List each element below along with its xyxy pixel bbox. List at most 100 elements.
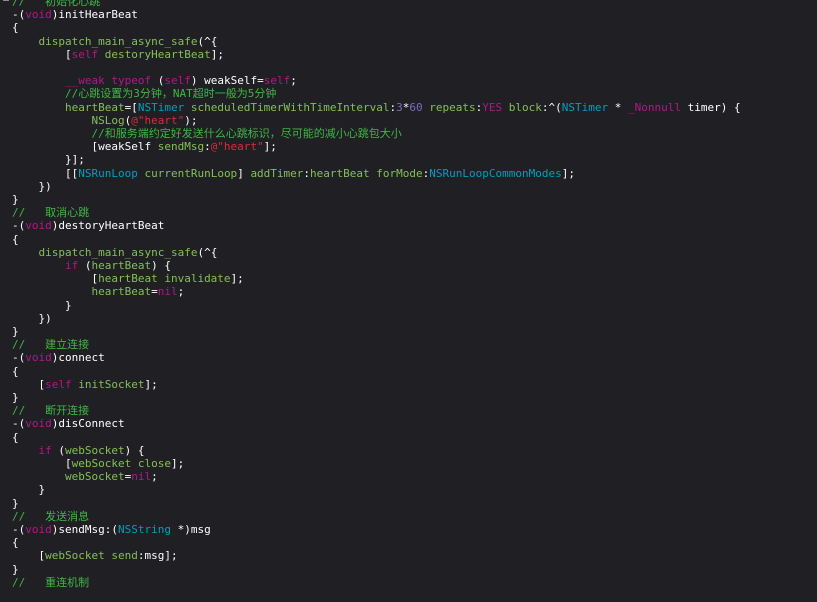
code-token-comment: //心跳设置为3分钟，NAT超时一般为5分钟 [64, 87, 277, 101]
code-line[interactable]: webSocket=nil; [12, 470, 158, 483]
code-line[interactable]: // 初始化心跳 [12, 0, 100, 8]
code-line[interactable]: heartBeat=[NSTimer scheduledTimerWithTim… [12, 101, 741, 114]
code-line[interactable]: }) [12, 311, 52, 325]
code-line[interactable]: { [12, 431, 19, 444]
code-line[interactable]: //心跳设置为3分钟，NAT超时一般为5分钟 [12, 87, 276, 100]
code-line[interactable]: // 重连机制 [12, 576, 89, 589]
code-token-method: dispatch_main_async_safe [38, 34, 198, 48]
code-line[interactable]: if (heartBeat) { [12, 259, 171, 272]
code-line[interactable]: // 取消心跳 [12, 206, 89, 219]
code-token-plain: ) { [151, 259, 171, 272]
code-token-plain: (^{ [197, 34, 218, 48]
code-line[interactable]: [self initSocket]; [12, 377, 158, 391]
code-line[interactable]: } [12, 325, 19, 338]
code-token-plain: } [12, 562, 19, 576]
code-line[interactable]: [webSocket send:msg]; [12, 549, 178, 563]
code-token-plain: [ [12, 272, 99, 286]
code-token-plain: { [12, 232, 19, 246]
code-line[interactable]: __weak typeof (self) weakSelf=self; [12, 74, 297, 87]
code-token-plain: -( [12, 417, 26, 431]
code-token-method: send [111, 549, 138, 563]
code-line[interactable]: // 发送消息 [12, 510, 89, 523]
code-token-plain: (^{ [197, 245, 218, 259]
code-token-method: forMode [376, 166, 423, 180]
code-line[interactable]: -(void)connect [12, 351, 105, 364]
code-token-method: destoryHeartBeat [104, 47, 211, 61]
code-token-plain: )destoryHeartBeat [51, 219, 165, 233]
code-line[interactable]: { [12, 233, 19, 246]
code-line[interactable]: NSLog(@"heart"); [12, 114, 197, 127]
code-line[interactable]: [heartBeat invalidate]; [12, 272, 243, 286]
code-editor[interactable]: // 初始化心跳 -(void)initHearBeat{ dispatch_ma… [0, 0, 817, 602]
code-token-keyword: __weak [64, 74, 105, 88]
code-token-plain: )sendMsg:( [51, 523, 118, 536]
code-line[interactable]: [webSocket close]; [12, 457, 184, 470]
code-token-keyword: void [25, 8, 52, 22]
code-token-plain: -( [12, 351, 26, 365]
code-token-keyword: nil [131, 470, 152, 484]
code-token-plain: ]; [210, 47, 224, 61]
code-line[interactable]: }) [12, 179, 52, 193]
code-line[interactable]: // 断开连接 [12, 404, 89, 417]
code-line[interactable]: -(void)disConnect [12, 417, 125, 430]
code-line[interactable]: } [12, 497, 19, 510]
code-token-plain: -( [12, 523, 26, 536]
code-line[interactable]: } [12, 299, 72, 312]
code-token-comment: // 发送消息 [12, 509, 90, 523]
code-line[interactable]: [weakSelf sendMsg:@"heart"]; [12, 140, 276, 153]
code-token-plain: { [12, 536, 19, 550]
code-token-comment: // 重连机制 [12, 575, 90, 589]
code-token-plain: :msg]; [137, 549, 178, 563]
code-line[interactable]: dispatch_main_async_safe(^{ [12, 34, 218, 48]
code-token-keyword: void [25, 351, 52, 365]
code-token-prop: webSocket [71, 457, 132, 470]
code-line[interactable]: } [12, 563, 19, 576]
code-line[interactable]: // 建立连接 [12, 338, 89, 351]
code-line[interactable]: } [12, 483, 45, 496]
code-token-plain: ); [184, 113, 198, 127]
code-line[interactable]: { [12, 365, 19, 378]
code-line[interactable]: if (webSocket) { [12, 443, 145, 457]
code-token-method: dispatch_main_async_safe [38, 245, 198, 259]
code-line[interactable]: }]; [12, 153, 85, 166]
code-token-method: block [508, 100, 542, 114]
code-line[interactable]: [self destoryHeartBeat]; [12, 48, 224, 61]
code-line[interactable]: } [12, 193, 19, 206]
code-token-keyword: void [25, 523, 52, 536]
code-token-plain: -( [12, 8, 26, 22]
code-token-plain: }) [12, 311, 52, 325]
code-token-plain: ) { [124, 443, 145, 457]
code-line[interactable]: dispatch_main_async_safe(^{ [12, 245, 218, 259]
code-line[interactable]: -(void)sendMsg:(NSString *)msg [12, 523, 211, 536]
scroll-edge-mark [3, 0, 9, 4]
code-line[interactable]: -(void)initHearBeat [12, 8, 138, 21]
code-line[interactable]: heartBeat=nil; [12, 285, 184, 298]
code-token-plain: } [12, 483, 46, 497]
code-token-plain: ]; [144, 377, 158, 391]
code-line[interactable]: -(void)destoryHeartBeat [12, 219, 164, 232]
code-token-plain: { [12, 430, 19, 444]
code-line[interactable]: { [12, 21, 19, 34]
code-token-comment: // 建立连接 [12, 338, 90, 352]
code-token-keyword: self [164, 74, 191, 88]
code-token-plain: } [12, 391, 19, 404]
code-token-comment: // 断开连接 [12, 404, 90, 418]
code-token-number: 3 [396, 100, 403, 114]
code-token-plain: }) [12, 179, 52, 193]
code-line[interactable]: } [12, 391, 19, 404]
code-token-plain: ( [51, 443, 65, 457]
code-token-plain: } [12, 496, 19, 510]
code-line[interactable]: [[NSRunLoop currentRunLoop] addTimer:hea… [12, 167, 575, 180]
code-line[interactable]: //和服务端约定好发送什么心跳标识，尽可能的减小心跳包大小 [12, 127, 401, 140]
code-token-prop: webSocket [64, 470, 125, 484]
code-line[interactable]: { [12, 536, 19, 549]
